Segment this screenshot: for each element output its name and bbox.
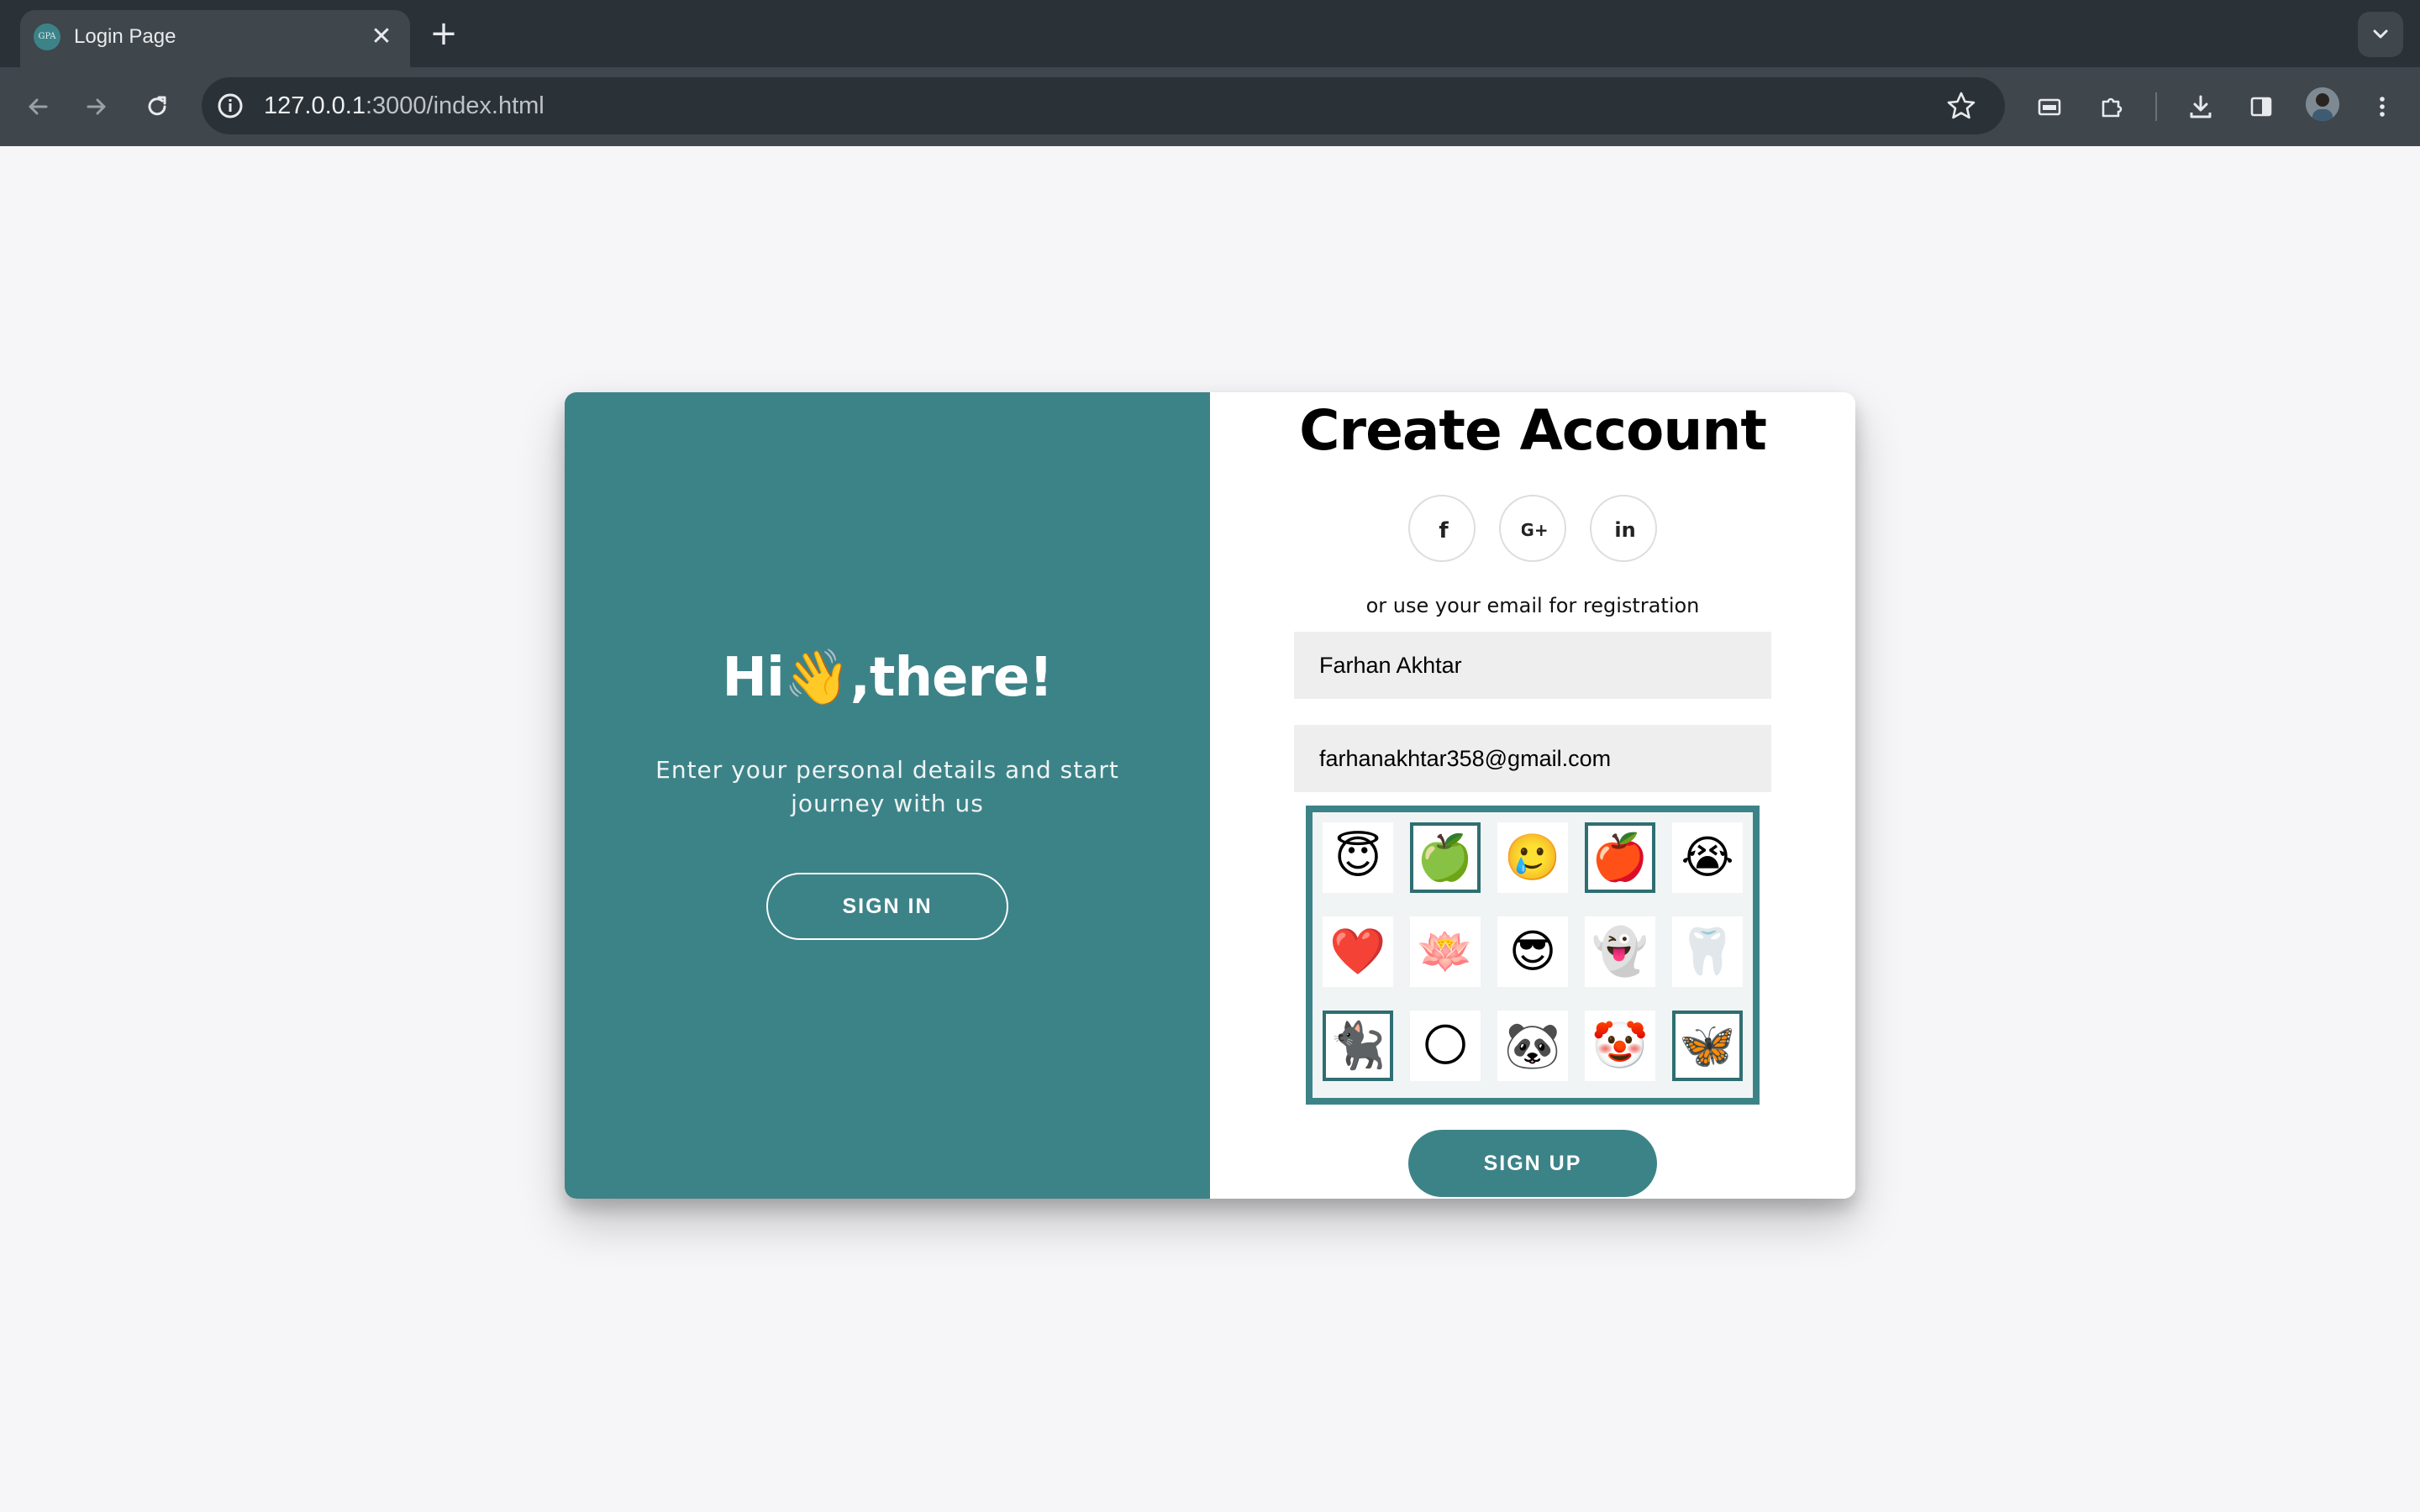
- greeting-hi: Hi: [722, 647, 784, 709]
- profile-avatar[interactable]: [2306, 87, 2339, 121]
- browser-toolbar: 127.0.0.1:3000/index.html: [0, 67, 2420, 146]
- emoji-cell[interactable]: 🪷: [1410, 916, 1481, 987]
- cast-button[interactable]: [2030, 87, 2069, 126]
- forward-button[interactable]: [77, 87, 116, 126]
- url-path: :3000/index.html: [365, 92, 544, 119]
- tab-search-button[interactable]: [2358, 12, 2403, 57]
- sign-in-button[interactable]: SIGN IN: [766, 873, 1008, 940]
- butterfly-icon: 🦋: [1679, 1019, 1736, 1072]
- sign-up-button[interactable]: SIGN UP: [1408, 1130, 1657, 1197]
- google-plus-icon: G+: [1522, 520, 1547, 540]
- favicon-icon: GPA: [34, 24, 60, 50]
- svg-text:G+: G+: [1522, 520, 1547, 540]
- emoji-cell[interactable]: 🌕: [1410, 1011, 1481, 1081]
- email-field[interactable]: [1294, 725, 1771, 792]
- info-icon[interactable]: [215, 91, 245, 121]
- green-apple-icon: 🍏: [1417, 831, 1474, 884]
- emoji-password-grid: 😇 🍏 🥲 🍎 😭 ❤️ 🪷 😎 👻 🦷 🐈‍⬛ 🌕 🐼 🤡 🦋: [1306, 806, 1760, 1105]
- svg-text:in: in: [1614, 518, 1635, 542]
- back-button[interactable]: [18, 87, 57, 126]
- welcome-subtitle: Enter your personal details and start jo…: [655, 756, 1119, 817]
- lotus-icon: 🪷: [1417, 925, 1474, 978]
- emoji-cell-selected[interactable]: 🍏: [1410, 822, 1481, 893]
- forward-icon: [87, 98, 106, 115]
- emoji-cell[interactable]: 🦷: [1672, 916, 1743, 987]
- extensions-button[interactable]: [2092, 87, 2131, 126]
- emoji-cell-selected[interactable]: 🐈‍⬛: [1323, 1011, 1393, 1081]
- ghost-icon: 👻: [1591, 925, 1649, 978]
- more-button[interactable]: [2363, 87, 2402, 126]
- welcome-panel: Hi👋,there! Enter your personal details a…: [565, 392, 1210, 1199]
- full-moon-icon: 🌕: [1421, 1019, 1470, 1072]
- avatar-icon: [2306, 87, 2339, 121]
- toolbar-divider: [2155, 92, 2157, 121]
- red-apple-icon: 🍎: [1591, 831, 1649, 884]
- side-panel-button[interactable]: [2242, 87, 2281, 126]
- greeting-there: ,there!: [850, 647, 1054, 709]
- download-icon: [2190, 95, 2212, 118]
- clown-face-icon: 🤡: [1591, 1019, 1649, 1072]
- waving-hand-icon: 👋: [783, 647, 851, 709]
- emoji-cell-selected[interactable]: 🍎: [1585, 822, 1655, 893]
- emoji-cell[interactable]: ❤️: [1323, 916, 1393, 987]
- name-field[interactable]: [1294, 632, 1771, 699]
- smiling-halo-icon: 😇: [1334, 831, 1382, 884]
- panda-icon: 🐼: [1504, 1019, 1561, 1072]
- crying-face-icon: 😭: [1681, 831, 1734, 884]
- facebook-button[interactable]: f: [1408, 495, 1476, 562]
- reload-icon: [148, 96, 166, 116]
- smiling-tear-icon: 🥲: [1504, 831, 1561, 884]
- linkedin-icon: in: [1614, 518, 1635, 542]
- emoji-cell[interactable]: 🥲: [1497, 822, 1568, 893]
- url-host: 127.0.0.1: [264, 92, 366, 119]
- close-tab-icon[interactable]: ✕: [366, 22, 397, 52]
- address-bar[interactable]: 127.0.0.1:3000/index.html: [202, 77, 2005, 134]
- emoji-cell-selected[interactable]: 🦋: [1672, 1011, 1743, 1081]
- registration-hint: or use your email for registration: [1365, 594, 1700, 617]
- linkedin-button[interactable]: in: [1590, 495, 1657, 562]
- emoji-cell[interactable]: 😎: [1497, 916, 1568, 987]
- tooth-icon: 🦷: [1679, 925, 1736, 978]
- red-heart-icon: ❤️: [1329, 925, 1386, 978]
- svg-text:f: f: [1439, 518, 1449, 543]
- tab-strip: GPA Login Page ✕ +: [0, 0, 2420, 67]
- tab-title: Login Page: [74, 25, 176, 48]
- emoji-cell[interactable]: 👻: [1585, 916, 1655, 987]
- google-plus-button[interactable]: G+: [1499, 495, 1566, 562]
- emoji-cell[interactable]: 😭: [1672, 822, 1743, 893]
- extensions-icon: [2102, 97, 2123, 118]
- emoji-cell[interactable]: 🤡: [1585, 1011, 1655, 1081]
- back-icon: [29, 98, 48, 115]
- url-text[interactable]: 127.0.0.1:3000/index.html: [264, 91, 544, 121]
- star-icon[interactable]: [1944, 89, 1978, 123]
- emoji-cell[interactable]: 🐼: [1497, 1011, 1568, 1081]
- facebook-icon: f: [1439, 518, 1449, 543]
- reload-button[interactable]: [138, 87, 176, 126]
- sunglasses-face-icon: 😎: [1508, 925, 1557, 978]
- more-icon: [2380, 97, 2385, 117]
- black-cat-icon: 🐈‍⬛: [1329, 1019, 1386, 1072]
- cast-icon: [2038, 98, 2061, 116]
- create-account-title: Create Account: [1299, 398, 1767, 463]
- chevron-down-icon: [2373, 29, 2388, 39]
- new-tab-icon[interactable]: +: [427, 15, 460, 52]
- download-button[interactable]: [2181, 87, 2220, 126]
- greeting-heading: Hi👋,there!: [565, 644, 1210, 711]
- browser-tab[interactable]: GPA Login Page ✕: [20, 10, 410, 67]
- emoji-cell[interactable]: 😇: [1323, 822, 1393, 893]
- sidepanel-icon: [2250, 97, 2272, 117]
